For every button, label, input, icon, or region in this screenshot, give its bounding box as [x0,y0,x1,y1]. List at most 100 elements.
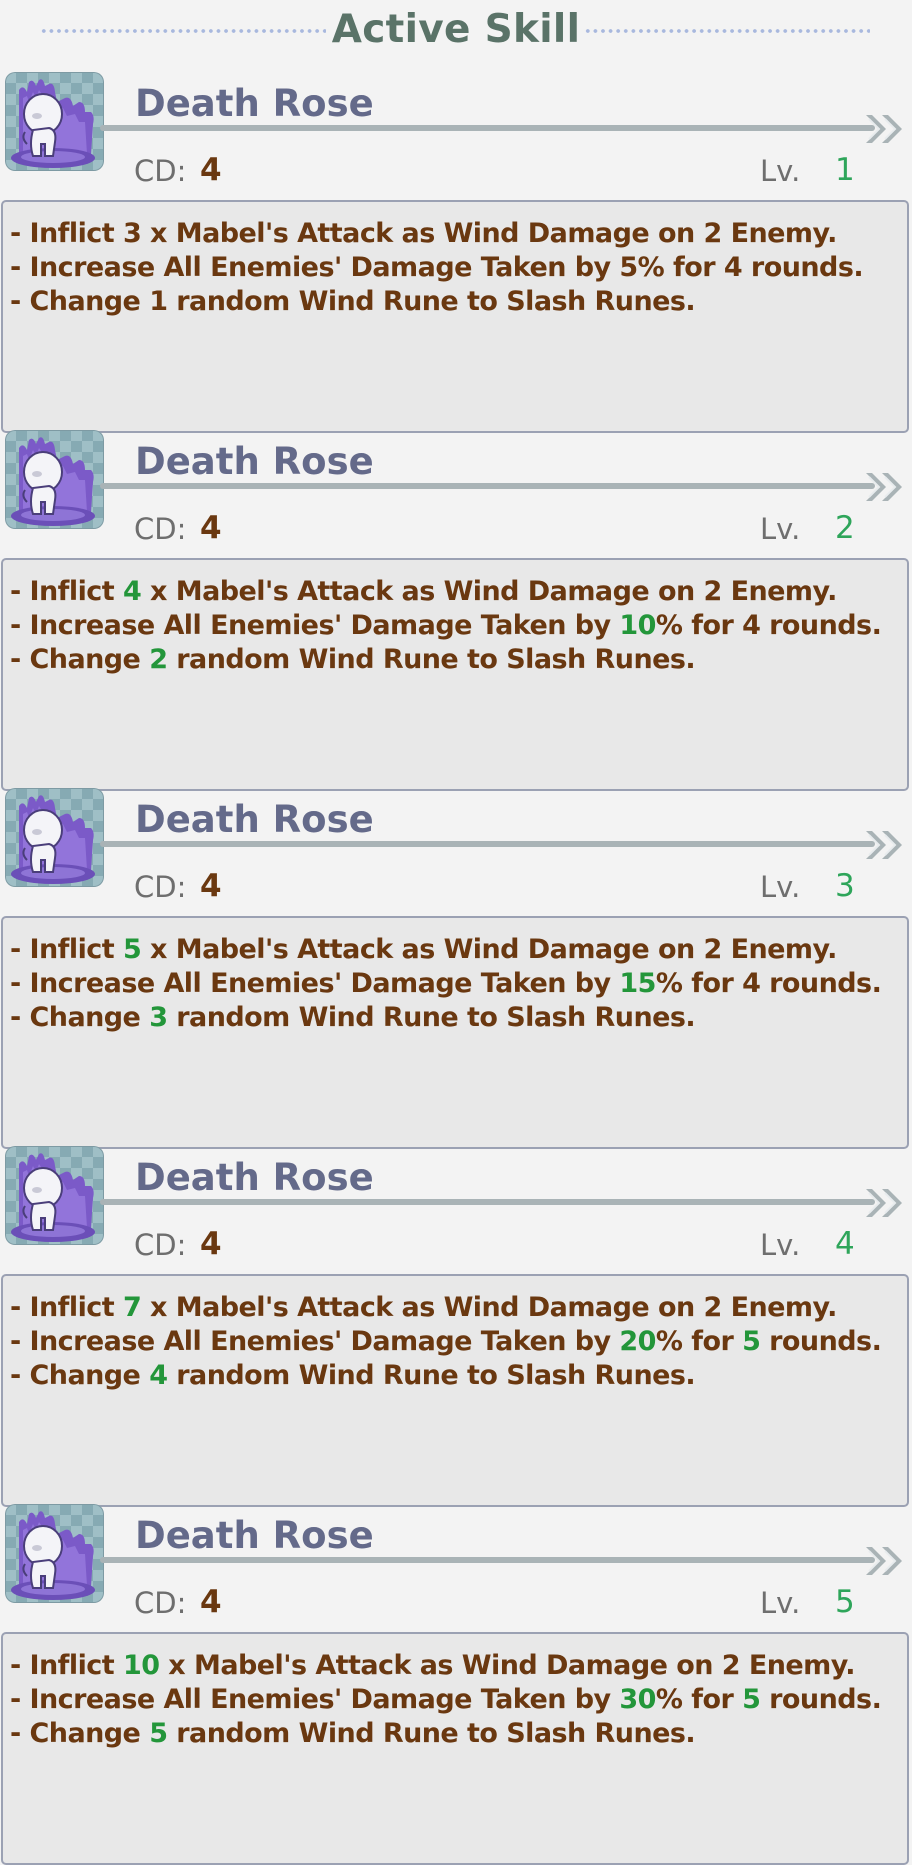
desc-fragment: % for [655,1326,743,1357]
desc-fragment: 10 [122,1650,160,1681]
section-header: Active Skill [0,0,912,62]
level-label: Lv. [760,870,801,904]
skill-level-1: Death Rose CD: 4 Lv. 1 - Inflict 3 x Mab… [0,71,912,433]
cooldown-label: CD: [134,870,187,904]
divider-line [100,1557,875,1563]
header-dots-right [584,28,870,34]
divider-line [100,841,875,847]
cooldown-value: 4 [200,1226,222,1262]
level-value: 4 [835,1226,855,1262]
double-chevron-icon [862,1185,906,1225]
skill-description-box: - Inflict 10 x Mabel's Attack as Wind Da… [1,1632,909,1865]
desc-line-increase: - Increase All Enemies' Damage Taken by … [10,1325,907,1359]
desc-fragment: - Increase All Enemies' Damage Taken by [10,1684,620,1715]
skill-name: Death Rose [135,440,374,483]
desc-line-increase: - Increase All Enemies' Damage Taken by … [10,1683,907,1717]
desc-line-increase: - Increase All Enemies' Damage Taken by … [10,609,907,643]
desc-fragment: rounds. [760,610,882,641]
skill-name: Death Rose [135,1514,374,1557]
desc-line-increase: - Increase All Enemies' Damage Taken by … [10,251,907,285]
desc-fragment: - Inflict [10,576,123,607]
cooldown-label: CD: [134,1586,187,1620]
desc-fragment: % for [637,252,724,283]
divider-line [100,125,875,131]
level-label: Lv. [760,1586,801,1620]
desc-fragment: x Mabel's Attack as Wind Damage on 2 Ene… [141,576,837,607]
desc-fragment: - Inflict [10,934,123,965]
double-chevron-icon [862,1543,906,1583]
desc-fragment: 4 [149,1360,168,1391]
desc-fragment: 30 [619,1684,656,1715]
cooldown-label: CD: [134,154,187,188]
level-value: 3 [835,868,855,904]
active-skill-page: Active Skill Death Rose CD: 4 Lv. 1 - In… [0,0,912,1865]
skill-description-box: - Inflict 7 x Mabel's Attack as Wind Dam… [1,1274,909,1507]
desc-fragment: rounds. [742,252,864,283]
desc-fragment: 15 [619,968,656,999]
desc-fragment: rounds. [760,1684,882,1715]
desc-fragment: 5 [742,1684,761,1715]
desc-fragment: 4 [723,252,743,283]
desc-line-change: - Change 1 random Wind Rune to Slash Run… [10,285,907,319]
level-label: Lv. [760,154,801,188]
skill-icon [5,72,104,171]
desc-line-change: - Change 2 random Wind Rune to Slash Run… [10,643,907,677]
desc-fragment: - Change [10,1002,150,1033]
desc-fragment: random Wind Rune to Slash Runes. [167,286,696,317]
desc-fragment: - Change [10,1718,150,1749]
level-label: Lv. [760,512,801,546]
desc-fragment: 5 [619,252,638,283]
divider-line [100,483,875,489]
level-value: 1 [835,152,855,188]
desc-fragment: 5 [742,1326,761,1357]
desc-fragment: - Change [10,286,150,317]
skill-level-4: Death Rose CD: 4 Lv. 4 - Inflict 7 x Mab… [0,1145,912,1507]
desc-line-change: - Change 4 random Wind Rune to Slash Run… [10,1359,907,1393]
skill-icon [5,1504,104,1603]
desc-fragment: rounds. [760,968,882,999]
cooldown-label: CD: [134,512,187,546]
desc-line-inflict: - Inflict 5 x Mabel's Attack as Wind Dam… [10,933,907,967]
skill-name: Death Rose [135,82,374,125]
desc-fragment: - Change [10,1360,150,1391]
desc-fragment: - Increase All Enemies' Damage Taken by [10,610,620,641]
desc-fragment: random Wind Rune to Slash Runes. [167,1360,696,1391]
cooldown-value: 4 [200,868,222,904]
cooldown-value: 4 [200,510,222,546]
cooldown-value: 4 [200,1584,222,1620]
double-chevron-icon [862,469,906,509]
desc-fragment: rounds. [760,1326,882,1357]
desc-fragment: 4 [742,610,761,641]
desc-line-inflict: - Inflict 7 x Mabel's Attack as Wind Dam… [10,1291,907,1325]
desc-fragment: - Increase All Enemies' Damage Taken by [10,1326,620,1357]
desc-fragment: 1 [149,286,168,317]
skill-level-2: Death Rose CD: 4 Lv. 2 - Inflict 4 x Mab… [0,429,912,791]
desc-fragment: x Mabel's Attack as Wind Damage on 2 Ene… [141,218,837,249]
desc-line-inflict: - Inflict 4 x Mabel's Attack as Wind Dam… [10,575,907,609]
desc-line-increase: - Increase All Enemies' Damage Taken by … [10,967,907,1001]
skill-icon [5,430,104,529]
skill-description-box: - Inflict 5 x Mabel's Attack as Wind Dam… [1,916,909,1149]
skill-level-3: Death Rose CD: 4 Lv. 3 - Inflict 5 x Mab… [0,787,912,1149]
desc-fragment: 4 [742,968,761,999]
desc-fragment: 2 [149,644,168,675]
desc-fragment: - Inflict [10,1292,123,1323]
desc-fragment: 3 [122,218,142,249]
desc-fragment: 20 [619,1326,656,1357]
skill-description-box: - Inflict 3 x Mabel's Attack as Wind Dam… [1,200,909,433]
desc-fragment: random Wind Rune to Slash Runes. [167,1718,696,1749]
level-label: Lv. [760,1228,801,1262]
desc-fragment: random Wind Rune to Slash Runes. [167,644,696,675]
desc-fragment: - Inflict [10,1650,123,1681]
desc-fragment: % for [655,610,743,641]
desc-fragment: 7 [122,1292,142,1323]
double-chevron-icon [862,111,906,151]
desc-line-change: - Change 5 random Wind Rune to Slash Run… [10,1717,907,1751]
desc-line-inflict: - Inflict 3 x Mabel's Attack as Wind Dam… [10,217,907,251]
desc-line-change: - Change 3 random Wind Rune to Slash Run… [10,1001,907,1035]
desc-fragment: % for [655,1684,743,1715]
desc-fragment: x Mabel's Attack as Wind Damage on 2 Ene… [159,1650,856,1681]
desc-fragment: 4 [122,576,142,607]
desc-fragment: x Mabel's Attack as Wind Damage on 2 Ene… [141,934,837,965]
desc-line-inflict: - Inflict 10 x Mabel's Attack as Wind Da… [10,1649,907,1683]
